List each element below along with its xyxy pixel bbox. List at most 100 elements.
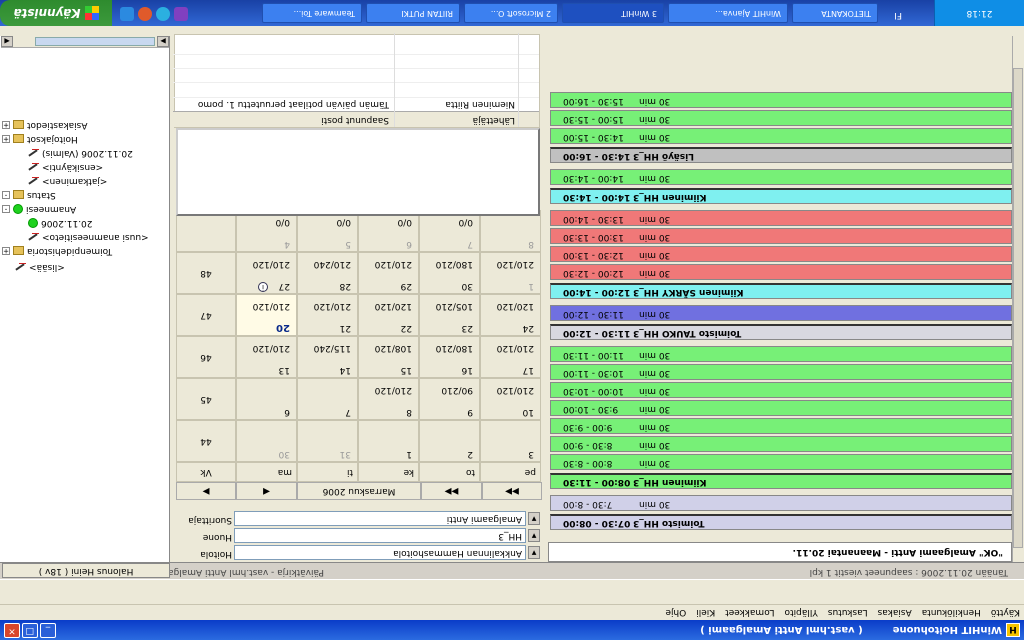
schedule-slot[interactable]: 11:30 - 12:00 30 min <box>550 305 1012 321</box>
expand-toggle-icon[interactable]: + <box>2 121 10 129</box>
taskbar-button[interactable]: RIITAN PUTKI <box>366 3 460 23</box>
schedule-block-header[interactable]: 14:00 - 14:30 Kiiminen HH_3 <box>550 188 1012 204</box>
prev-month-button[interactable]: ◀ <box>236 482 297 500</box>
hoitola-input[interactable]: Ankkalinnan Hammashoitola <box>234 545 526 560</box>
calendar-day[interactable]: 3 <box>480 420 541 462</box>
day-schedule[interactable]: "OK" Amalgaami Antti - Maanantai 20.11. … <box>548 36 1012 562</box>
tree-hscrollbar[interactable]: ▶ ◀ <box>1 36 169 48</box>
col-sender[interactable]: Lähettäjä <box>473 115 515 125</box>
hoitola-dropdown-icon[interactable]: ▼ <box>528 546 540 559</box>
menu-item-2[interactable]: Asiakas <box>878 608 912 618</box>
language-indicator[interactable]: FI <box>894 10 902 20</box>
schedule-slot[interactable]: 15:30 - 16:00 30 min <box>550 92 1012 108</box>
calendar-day[interactable]: 13 210/120 <box>236 336 297 378</box>
schedule-slot[interactable]: 14:30 - 15:00 30 min <box>550 128 1012 144</box>
calendar-day[interactable]: 27 210/120 i <box>236 252 297 294</box>
prev-year-button[interactable]: ▶ <box>176 482 236 500</box>
scroll-right-icon[interactable]: ◀ <box>1 36 13 47</box>
calendar-day[interactable]: 21 210/120 <box>297 294 358 336</box>
tree-item[interactable]: Status - <box>2 188 56 202</box>
calendar-day[interactable]: 8 <box>480 210 541 252</box>
menu-item-0[interactable]: Käyttö <box>991 608 1020 618</box>
calendar-day[interactable]: 9 90/210 <box>419 378 480 420</box>
tree-item[interactable]: 20.11.2006 <box>28 216 93 230</box>
tree-item[interactable]: <ensikäynti> <box>28 160 103 174</box>
calendar-day[interactable]: 17 210/120 <box>480 336 541 378</box>
taskbar-button[interactable]: 3 WinHIT <box>562 3 664 23</box>
tree-item[interactable]: <jatkaminen> <box>28 174 107 188</box>
tree-item[interactable]: Anamneesi - <box>2 202 76 216</box>
expand-toggle-icon[interactable]: - <box>2 205 10 213</box>
taskbar-button[interactable]: 2 Microsoft O... <box>464 3 558 23</box>
calendar-day[interactable]: 29 210/120 <box>358 252 419 294</box>
schedule-scrollbar[interactable] <box>1012 36 1024 562</box>
menu-item-6[interactable]: Kieli <box>696 608 715 618</box>
taskbar-button[interactable]: Teamware Toi... <box>262 3 362 23</box>
schedule-slot[interactable]: 13:30 - 14:00 30 min <box>550 210 1012 226</box>
patient-name[interactable]: Halonus Heini ( 18v ) <box>2 563 170 578</box>
schedule-block-header[interactable]: 08:00 - 11:30 Kiiminen HH_3 <box>550 473 1012 489</box>
info-icon[interactable]: i <box>258 282 268 292</box>
schedule-slot[interactable]: 12:30 - 13:00 30 min <box>550 246 1012 262</box>
menu-item-1[interactable]: Henkilökunta <box>922 608 981 618</box>
calendar-day[interactable]: 8 210/120 <box>358 378 419 420</box>
message-body[interactable] <box>176 128 540 216</box>
calendar-day[interactable]: 4 0/0 <box>236 210 297 252</box>
tree-item[interactable]: <uusi anamneesitieto> <box>28 230 149 244</box>
expand-toggle-icon[interactable]: + <box>2 247 10 255</box>
menu-item-4[interactable]: Ylläpito <box>785 608 818 618</box>
calendar-day[interactable]: 1 210/120 <box>480 252 541 294</box>
taskbar-button[interactable]: TIETOKANTA <box>792 3 878 23</box>
calendar-day[interactable]: 6 0/0 <box>358 210 419 252</box>
calendar-day[interactable]: 30 180/210 <box>419 252 480 294</box>
schedule-slot[interactable]: 14:00 - 14:30 30 min <box>550 169 1012 185</box>
suorittaja-dropdown-icon[interactable]: ▼ <box>528 512 540 525</box>
next-month-button[interactable]: ▶▶ <box>421 482 482 500</box>
menu-item-5[interactable]: Lomakkeet <box>725 608 774 618</box>
calendar-day[interactable]: 15 108/120 <box>358 336 419 378</box>
tree-item[interactable]: 20.11.2006 (Valmis) <box>28 146 133 160</box>
calendar-day[interactable]: 23 105/210 <box>419 294 480 336</box>
tree-item[interactable]: <lisää> <box>15 260 65 274</box>
schedule-block-header[interactable]: 11:30 - 12:00 Toimisto TAUKO HH_3 <box>550 324 1012 340</box>
calendar-day[interactable]: 20 210/120 <box>236 294 297 336</box>
calendar-day[interactable]: 24 120/120 <box>480 294 541 336</box>
schedule-slot[interactable]: 7:30 - 8:00 30 min <box>550 495 1012 511</box>
table-row[interactable]: Nieminen Riitta Tämän päivän potilaat pe… <box>173 97 539 111</box>
schedule-slot[interactable]: 12:00 - 12:30 30 min <box>550 264 1012 280</box>
calendar-day[interactable]: 6 <box>236 378 297 420</box>
start-button[interactable]: Käynnistä <box>0 0 112 26</box>
scroll-left-icon[interactable]: ▶ <box>157 36 169 47</box>
calendar-day[interactable]: 22 120/120 <box>358 294 419 336</box>
schedule-slot[interactable]: 9:00 - 9:30 30 min <box>550 418 1012 434</box>
menu-item-7[interactable]: Ohje <box>665 608 686 618</box>
tree-item[interactable]: Asiakastiedot + <box>2 118 87 132</box>
next-year-button[interactable]: ▶▶ <box>482 482 542 500</box>
taskbar-button[interactable]: WinHIT Ajanva... <box>668 3 788 23</box>
calendar-day[interactable]: 10 210/120 <box>480 378 541 420</box>
schedule-slot[interactable]: 15:00 - 15:30 30 min <box>550 110 1012 126</box>
schedule-slot[interactable]: 9:30 - 10:00 30 min <box>550 400 1012 416</box>
firefox-icon[interactable] <box>138 7 152 21</box>
ie-icon[interactable] <box>120 7 134 21</box>
schedule-slot[interactable]: 10:30 - 11:00 30 min <box>550 364 1012 380</box>
col-mail[interactable]: Saapunut posti <box>321 115 389 125</box>
minimize-icon[interactable]: _ <box>40 623 56 638</box>
schedule-slot[interactable]: 8:30 - 9:00 30 min <box>550 436 1012 452</box>
patient-tree[interactable]: ▶ ◀ Asiakastiedot + Hoitojaksot +20.11.2006… <box>0 36 170 562</box>
tree-item[interactable]: Toimenpidehistoria + <box>2 244 112 258</box>
schedule-slot[interactable]: 8:00 - 8:30 30 min <box>550 454 1012 470</box>
schedule-slot[interactable]: 13:00 - 13:30 30 min <box>550 228 1012 244</box>
calendar-day[interactable]: 5 0/0 <box>297 210 358 252</box>
suorittaja-input[interactable]: Amalgaami Antti <box>234 511 526 526</box>
expand-toggle-icon[interactable]: - <box>2 191 10 199</box>
calendar-day[interactable]: 2 <box>419 420 480 462</box>
calendar-day[interactable]: 16 180/210 <box>419 336 480 378</box>
messages-grid[interactable]: Lähettäjä Saapunut posti Nieminen Riitta… <box>173 33 540 128</box>
calendar-day[interactable]: 30 <box>236 420 297 462</box>
menu-item-3[interactable]: Laskutus <box>828 608 868 618</box>
schedule-scroll-thumb[interactable] <box>1013 68 1023 548</box>
schedule-block-header[interactable]: 14:30 - 16:00 Lisäyö HH_3 <box>550 147 1012 163</box>
calendar-day[interactable]: 14 115/240 <box>297 336 358 378</box>
media-icon[interactable] <box>174 7 188 21</box>
